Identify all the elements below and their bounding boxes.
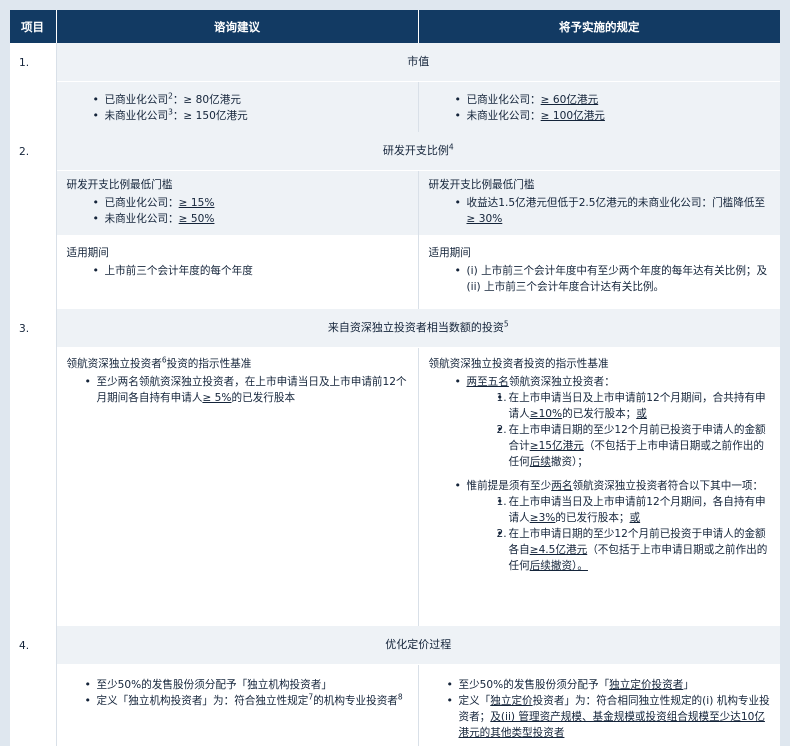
section-2-consultation-threshold: 研发开支比例最低门槛 已商业化公司：≥ 15% 未商业化公司：≥ 50% xyxy=(56,170,419,235)
section-4-title: 优化定价过程 xyxy=(56,626,780,665)
list-item: 收益达1.5亿港元但低于2.5亿港元的未商业化公司：门槛降低至≥ 30% xyxy=(455,195,771,227)
list-item: 已商业化公司2：≥ 80亿港元 xyxy=(93,92,408,108)
header-final-rules: 将予实施的规定 xyxy=(418,10,780,43)
list-item: 至少50%的发售股份须分配予「独立机构投资者」 xyxy=(85,677,408,693)
list-item: (i) 上市前三个会计年度中有至少两个年度的每年达有关比例；及 (ii) 上市前… xyxy=(455,263,771,295)
numbered-item: 2.在上市申请日期的至少12个月前已投资于申请人的金额合计≥15亿港元（不包括于… xyxy=(497,422,771,470)
section-1-number: 1. xyxy=(10,43,57,132)
subheading: 领航资深独立投资者6投资的指示性基准 xyxy=(66,355,252,370)
list-item: 未商业化公司3：≥ 150亿港元 xyxy=(93,108,408,124)
section-4-number: 4. xyxy=(10,626,57,746)
subheading: 研发开支比例最低门槛 xyxy=(428,179,535,191)
section-2-number: 2. xyxy=(10,132,57,309)
list-item: 已商业化公司：≥ 60亿港元 xyxy=(455,92,771,108)
section-1-title-row: 1. 市值 xyxy=(10,43,780,132)
section-1-content-row: 已商业化公司2：≥ 80亿港元 未商业化公司3：≥ 150亿港元 已商业化公司：… xyxy=(10,81,780,132)
section-4-consultation: 至少50%的发售股份须分配予「独立机构投资者」 定义「独立机构投资者」为：符合独… xyxy=(56,664,419,746)
section-1-title: 市值 xyxy=(56,43,780,82)
list-item: 已商业化公司：≥ 15% xyxy=(93,195,408,211)
list-item: 上市前三个会计年度的每个年度 xyxy=(93,263,408,279)
section-2-period-row: 适用期间 上市前三个会计年度的每个年度 适用期间 (i) 上市前三个会计年度中有… xyxy=(10,235,780,309)
numbered-item: 2.在上市申请日期的至少12个月前已投资于申请人的金额各自≥4.5亿港元（不包括… xyxy=(497,526,771,574)
header-consultation: 谘询建议 xyxy=(56,10,419,43)
subheading: 适用期间 xyxy=(66,247,109,259)
section-3-number: 3. xyxy=(10,309,57,626)
section-4-final: 至少50%的发售股份须分配予「独立定价投资者」 定义「独立定价投资者」为：符合相… xyxy=(418,665,780,746)
section-1-consultation: 已商业化公司2：≥ 80亿港元 未商业化公司3：≥ 150亿港元 xyxy=(56,81,419,132)
rules-comparison-table: 项目 谘询建议 将予实施的规定 1. 市值 已商业化公司2：≥ 80亿港元 未商… xyxy=(10,10,780,746)
section-1-final: 已商业化公司：≥ 60亿港元 未商业化公司：≥ 100亿港元 xyxy=(418,81,780,132)
section-4-title-row: 4. 优化定价过程 xyxy=(10,626,780,746)
numbered-item: 1.在上市申请当日及上市申请前12个月期间，合共持有申请人≥10%的已发行股本；… xyxy=(497,390,771,422)
section-2-title: 研发开支比例4 xyxy=(56,132,780,171)
header-item: 项目 xyxy=(10,10,57,43)
list-item: 至少两名领航资深独立投资者，在上市申请当日及上市申请前12个月期间各自持有申请人… xyxy=(85,374,408,406)
numbered-item: 1.在上市申请当日及上市申请前12个月期间，各自持有申请人≥3%的已发行股本；或 xyxy=(497,494,771,526)
section-2-title-row: 2. 研发开支比例4 xyxy=(10,132,780,309)
section-3-title: 来自资深独立投资者相当数额的投资5 xyxy=(56,309,780,348)
subheading: 适用期间 xyxy=(428,247,471,259)
subheading: 领航资深独立投资者投资的指示性基准 xyxy=(428,358,609,370)
table-header-row: 项目 谘询建议 将予实施的规定 xyxy=(10,10,780,43)
list-item: 定义「独立机构投资者」为：符合独立性规定7的机构专业投资者8 xyxy=(85,693,408,709)
listing-rules-table-frame: 项目 谘询建议 将予实施的规定 1. 市值 已商业化公司2：≥ 80亿港元 未商… xyxy=(10,10,780,746)
section-2-consultation-period: 适用期间 上市前三个会计年度的每个年度 xyxy=(56,235,419,309)
section-2-final-period: 适用期间 (i) 上市前三个会计年度中有至少两个年度的每年达有关比例；及 (ii… xyxy=(418,235,780,309)
section-4-content-row: 至少50%的发售股份须分配予「独立机构投资者」 定义「独立机构投资者」为：符合独… xyxy=(10,664,780,746)
list-item: 两至五名领航资深独立投资者： 1.在上市申请当日及上市申请前12个月期间，合共持… xyxy=(455,374,771,470)
section-3-final: 领航资深独立投资者投资的指示性基准 两至五名领航资深独立投资者： 1.在上市申请… xyxy=(418,348,780,627)
list-item: 惟前提是须有至少两名领航资深独立投资者符合以下其中一项： 1.在上市申请当日及上… xyxy=(455,478,771,574)
section-3-title-row: 3. 来自资深独立投资者相当数额的投资5 xyxy=(10,309,780,626)
section-2-final-threshold: 研发开支比例最低门槛 收益达1.5亿港元但低于2.5亿港元的未商业化公司：门槛降… xyxy=(418,170,780,235)
list-item: 至少50%的发售股份须分配予「独立定价投资者」 xyxy=(447,677,771,693)
list-item: 未商业化公司：≥ 50% xyxy=(93,211,408,227)
section-3-content-row: 领航资深独立投资者6投资的指示性基准 至少两名领航资深独立投资者，在上市申请当日… xyxy=(10,347,780,627)
section-2-threshold-row: 研发开支比例最低门槛 已商业化公司：≥ 15% 未商业化公司：≥ 50% 研发开… xyxy=(10,170,780,235)
section-3-consultation: 领航资深独立投资者6投资的指示性基准 至少两名领航资深独立投资者，在上市申请当日… xyxy=(56,347,419,626)
list-item: 定义「独立定价投资者」为：符合相同独立性规定的(i) 机构专业投资者；及(ii)… xyxy=(447,693,771,741)
subheading: 研发开支比例最低门槛 xyxy=(66,179,173,191)
list-item: 未商业化公司：≥ 100亿港元 xyxy=(455,108,771,124)
